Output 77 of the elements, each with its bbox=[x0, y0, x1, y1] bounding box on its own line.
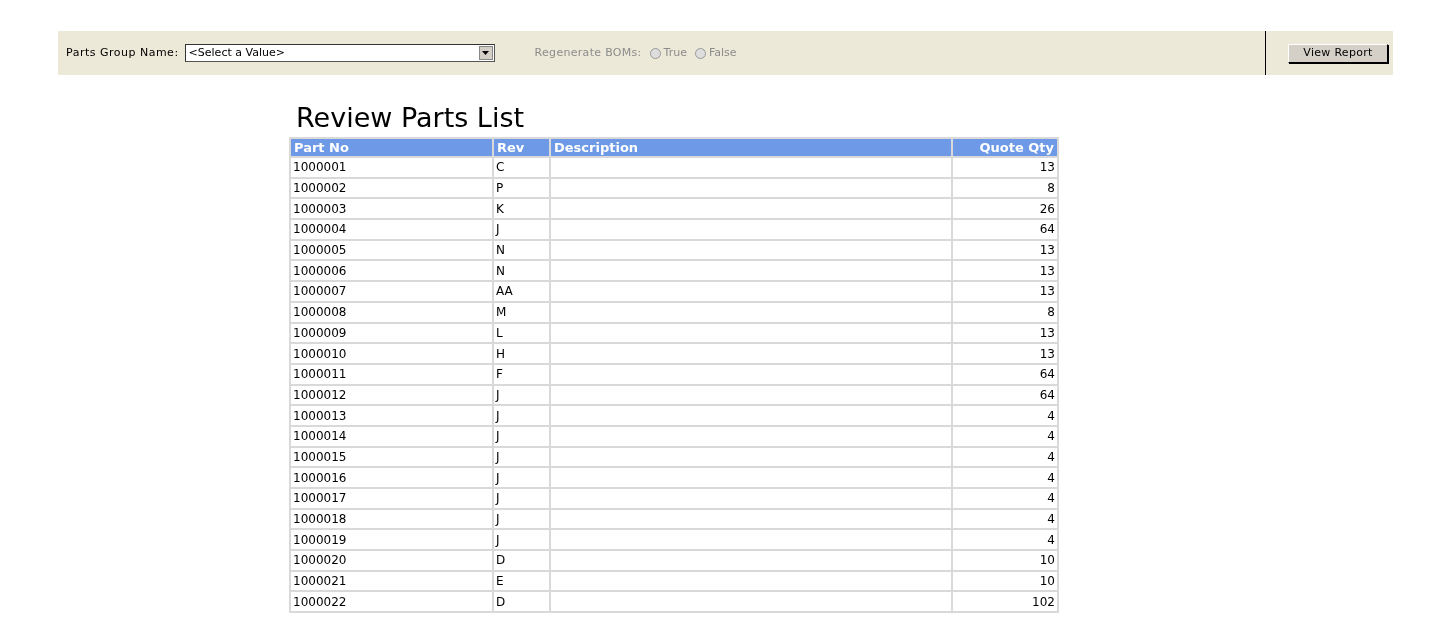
table-cell: N bbox=[493, 239, 550, 261]
table-cell: 1000011 bbox=[290, 363, 493, 385]
table-cell: 13 bbox=[952, 343, 1058, 364]
report-title: Review Parts List bbox=[296, 101, 526, 135]
table-cell: 1000014 bbox=[290, 425, 493, 447]
table-cell: 1000009 bbox=[290, 322, 493, 344]
table-cell: 64 bbox=[952, 219, 1058, 240]
table-cell: L bbox=[493, 322, 550, 344]
table-cell: 4 bbox=[952, 405, 1058, 426]
table-cell: 1000020 bbox=[290, 550, 493, 571]
table-cell: 13 bbox=[952, 281, 1058, 302]
radio-label: False bbox=[708, 44, 737, 61]
table-cell: 10 bbox=[952, 550, 1058, 571]
table-cell: 1000002 bbox=[290, 177, 493, 199]
table-cell: J bbox=[493, 529, 550, 551]
table-cell: 8 bbox=[952, 177, 1058, 199]
regenerate-boms-label: Regenerate BOMs: bbox=[534, 44, 642, 61]
table-cell: J bbox=[493, 384, 550, 406]
table-cell: N bbox=[493, 260, 550, 282]
table-cell: 13 bbox=[952, 260, 1058, 282]
column-header: Quote Qty bbox=[952, 138, 1058, 157]
table-cell: 64 bbox=[952, 384, 1058, 406]
table-cell: 1000003 bbox=[290, 198, 493, 220]
table-cell: 1000008 bbox=[290, 301, 493, 323]
table-cell: 10 bbox=[952, 570, 1058, 592]
table-cell: 4 bbox=[952, 446, 1058, 468]
table-cell: P bbox=[493, 177, 550, 199]
table-cell: C bbox=[493, 157, 550, 178]
parts-group-label: Parts Group Name: bbox=[66, 44, 179, 61]
table-cell: 102 bbox=[952, 591, 1058, 613]
table-cell: J bbox=[493, 425, 550, 447]
column-header: Rev bbox=[493, 138, 550, 157]
column-header: Part No bbox=[290, 138, 493, 157]
table-cell: 1000022 bbox=[290, 591, 493, 613]
table-cell: 4 bbox=[952, 529, 1058, 551]
table-cell: 1000007 bbox=[290, 281, 493, 302]
table-cell: J bbox=[493, 219, 550, 240]
parts-group-dropdown[interactable]: <Select a Value> bbox=[184, 44, 495, 62]
table-cell: 1000019 bbox=[290, 529, 493, 551]
table-cell: F bbox=[493, 363, 550, 385]
radio-label: True bbox=[663, 44, 687, 61]
table-cell: 4 bbox=[952, 425, 1058, 447]
table-cell: 13 bbox=[952, 157, 1058, 178]
table-cell: 4 bbox=[952, 467, 1058, 488]
table-cell: M bbox=[493, 301, 550, 323]
table-cell: 1000017 bbox=[290, 488, 493, 509]
table-cell: D bbox=[493, 550, 550, 571]
table-cell: K bbox=[493, 198, 550, 220]
table-cell: 8 bbox=[952, 301, 1058, 323]
table-cell: J bbox=[493, 446, 550, 468]
table-cell: 26 bbox=[952, 198, 1058, 220]
column-header: Description bbox=[550, 138, 952, 157]
table-cell: 13 bbox=[952, 322, 1058, 344]
table-cell: 13 bbox=[952, 239, 1058, 261]
view-report-button[interactable]: View Report bbox=[1288, 43, 1388, 63]
table-cell: 1000015 bbox=[290, 446, 493, 468]
table-cell: 4 bbox=[952, 508, 1058, 530]
table-cell: J bbox=[493, 488, 550, 509]
table-cell: 4 bbox=[952, 488, 1058, 509]
table-cell: AA bbox=[493, 281, 550, 302]
table-cell: 1000006 bbox=[290, 260, 493, 282]
table-cell: E bbox=[493, 570, 550, 592]
table-cell: J bbox=[493, 508, 550, 530]
table-cell: 1000010 bbox=[290, 343, 493, 364]
table-cell: 1000005 bbox=[290, 239, 493, 261]
table-cell: D bbox=[493, 591, 550, 613]
table-cell: 1000012 bbox=[290, 384, 493, 406]
table-cell: 1000013 bbox=[290, 405, 493, 426]
table-cell: 1000016 bbox=[290, 467, 493, 488]
table-cell: J bbox=[493, 405, 550, 426]
table-cell: J bbox=[493, 467, 550, 488]
table-cell: 64 bbox=[952, 363, 1058, 385]
table-cell: 1000018 bbox=[290, 508, 493, 530]
table-cell: 1000021 bbox=[290, 570, 493, 592]
table-cell: 1000004 bbox=[290, 219, 493, 240]
table-cell: 1000001 bbox=[290, 157, 493, 178]
table-cell: H bbox=[493, 343, 550, 364]
